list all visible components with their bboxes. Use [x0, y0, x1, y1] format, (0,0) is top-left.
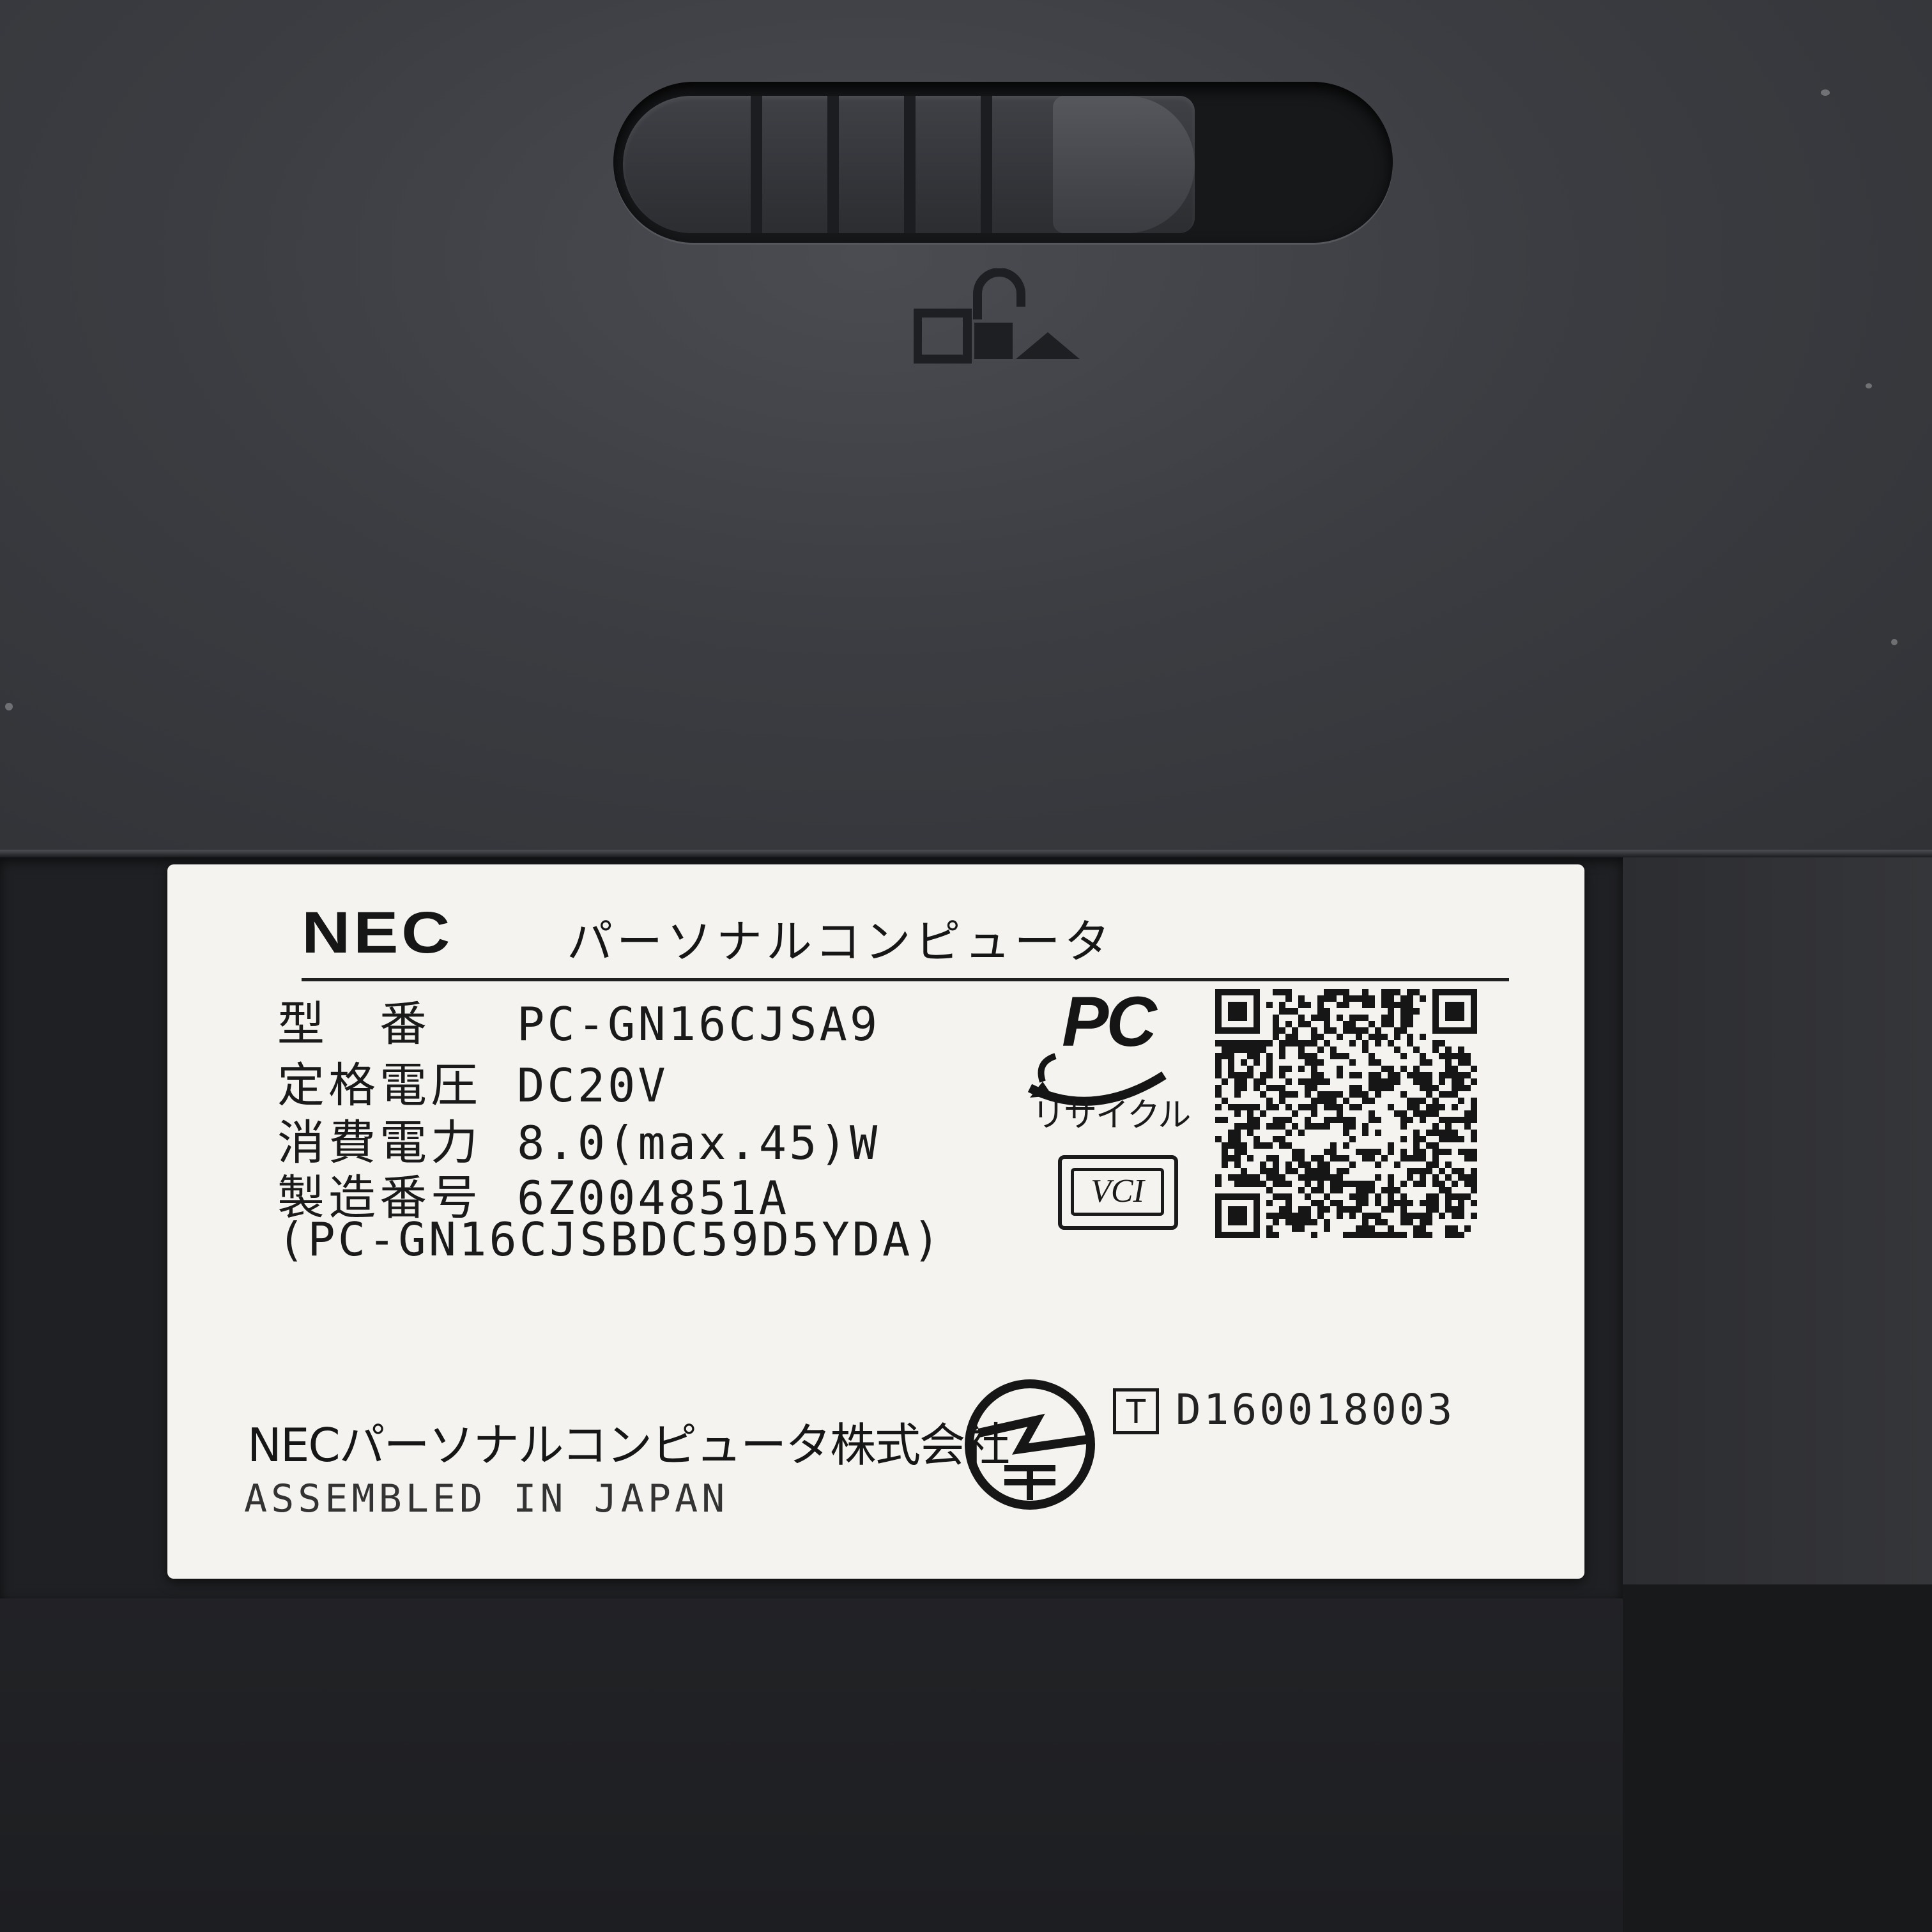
assembly-origin: ASSEMBLED IN JAPAN — [244, 1476, 729, 1521]
scuff-mark — [1891, 639, 1897, 645]
battery-latch-end — [1053, 96, 1195, 233]
product-category: パーソナルコンピュータ — [567, 915, 1114, 969]
vcci-icon: VCI — [1058, 1155, 1178, 1230]
rubber-foot-area — [1623, 1584, 1932, 1932]
rating-label: NEC パーソナルコンピュータ 型 番 PC-GN16CJSA9 定格電圧 DC20… — [167, 864, 1584, 1579]
unlock-icon — [914, 268, 1080, 364]
recycle-text: リサイクル — [1032, 1096, 1191, 1135]
certification-code: D160018003 — [1176, 1385, 1455, 1434]
spec-value: PC-GN16CJSA9 — [517, 997, 880, 1051]
scuff-mark — [1866, 383, 1872, 388]
manufacturer-name: NECパーソナルコンピュータ株式会社 — [247, 1418, 1010, 1472]
serial-extended: (PC-GN16CJSBDC59D5YDA) — [277, 1213, 943, 1266]
scuff-mark — [5, 703, 13, 710]
cover-step — [1623, 857, 1932, 1586]
giteki-mark-icon — [965, 1379, 1095, 1510]
pc-recycle-mark: PC — [1062, 983, 1157, 1061]
scuff-mark — [1821, 89, 1830, 96]
spec-key: 型 番 — [277, 997, 431, 1052]
qr-code — [1215, 989, 1477, 1238]
spec-row-model: 型 番 PC-GN16CJSA9 — [277, 986, 880, 1054]
vcci-mark: VCI — [1071, 1168, 1164, 1216]
brand-logo: NEC — [302, 900, 454, 965]
laptop-underside: NEC パーソナルコンピュータ 型 番 PC-GN16CJSA9 定格電圧 DC20… — [0, 0, 1932, 1932]
telec-symbol: T — [1113, 1388, 1159, 1434]
divider — [302, 978, 1509, 981]
cover-seam — [0, 850, 1932, 857]
